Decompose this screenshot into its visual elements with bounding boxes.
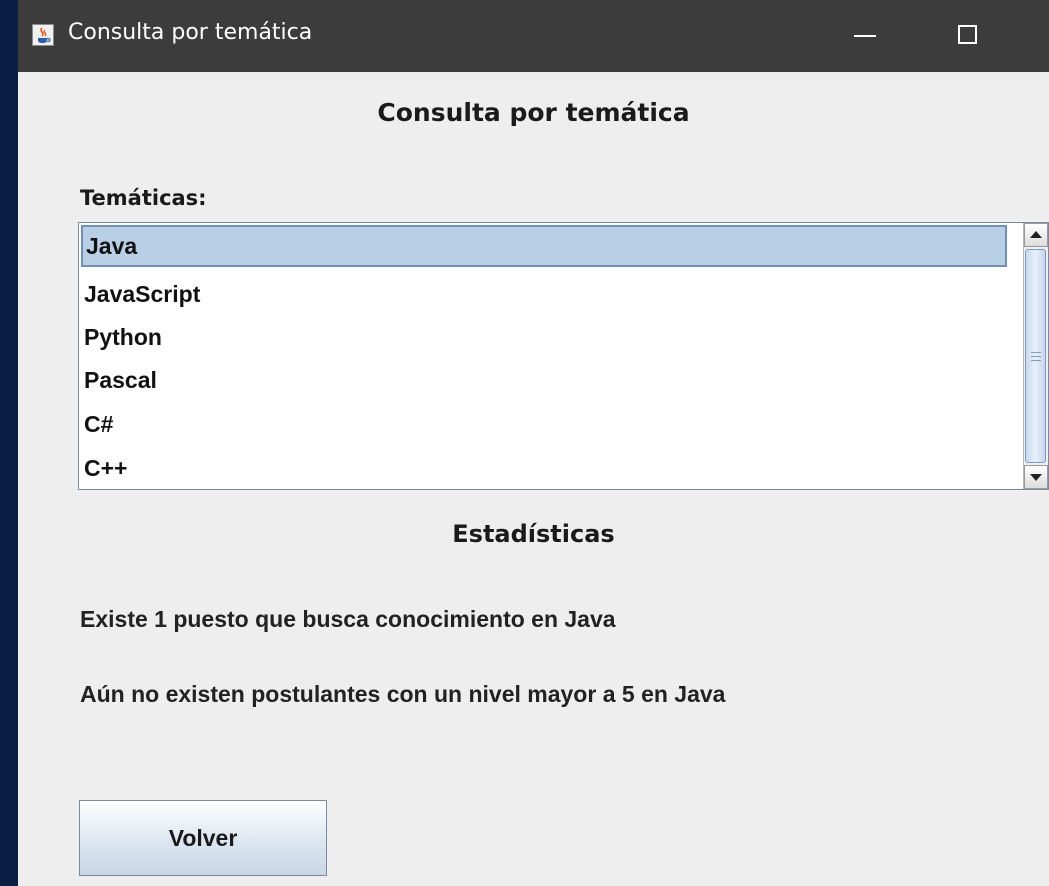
dialog-heading: Consulta por temática xyxy=(377,98,690,127)
arrow-down-icon xyxy=(1030,474,1042,481)
desktop-background: Consulta por temática Consulta por temát… xyxy=(0,0,1049,886)
list-item-pascal[interactable]: Pascal xyxy=(81,359,1007,401)
list-items-container: Java JavaScript Python Pascal C# C++ xyxy=(79,223,1023,489)
list-scrollbar[interactable] xyxy=(1023,223,1048,489)
estadisticas-heading: Estadísticas xyxy=(452,520,615,548)
scroll-up-button[interactable] xyxy=(1024,223,1048,247)
scroll-thumb[interactable] xyxy=(1025,249,1046,463)
tematicas-list[interactable]: Java JavaScript Python Pascal C# C++ xyxy=(78,222,1049,490)
arrow-up-icon xyxy=(1030,231,1042,238)
stat-postulantes-text: Aún no existen postulantes con un nivel … xyxy=(80,681,726,707)
minimize-icon xyxy=(854,35,876,37)
grip-line-icon xyxy=(1031,352,1041,353)
title-bar[interactable]: Consulta por temática xyxy=(18,0,1049,72)
tematicas-label: Temáticas: xyxy=(80,186,207,210)
list-item-cpp[interactable]: C++ xyxy=(81,447,1007,489)
maximize-icon xyxy=(958,25,977,44)
list-item-javascript[interactable]: JavaScript xyxy=(81,273,1007,315)
minimize-button[interactable] xyxy=(818,0,908,72)
scroll-down-button[interactable] xyxy=(1024,465,1048,489)
list-item-csharp[interactable]: C# xyxy=(81,403,1007,445)
grip-line-icon xyxy=(1031,360,1041,361)
volver-button[interactable]: Volver xyxy=(79,800,327,876)
list-item-python[interactable]: Python xyxy=(81,316,1007,358)
grip-line-icon xyxy=(1031,356,1041,357)
maximize-button[interactable] xyxy=(922,0,1012,72)
stat-puestos-text: Existe 1 puesto que busca conocimiento e… xyxy=(80,606,616,632)
java-cup-icon xyxy=(32,24,54,46)
consulta-window: Consulta por temática Consulta por temát… xyxy=(18,0,1049,886)
list-item-java[interactable]: Java xyxy=(81,225,1007,267)
window-title: Consulta por temática xyxy=(68,20,313,45)
